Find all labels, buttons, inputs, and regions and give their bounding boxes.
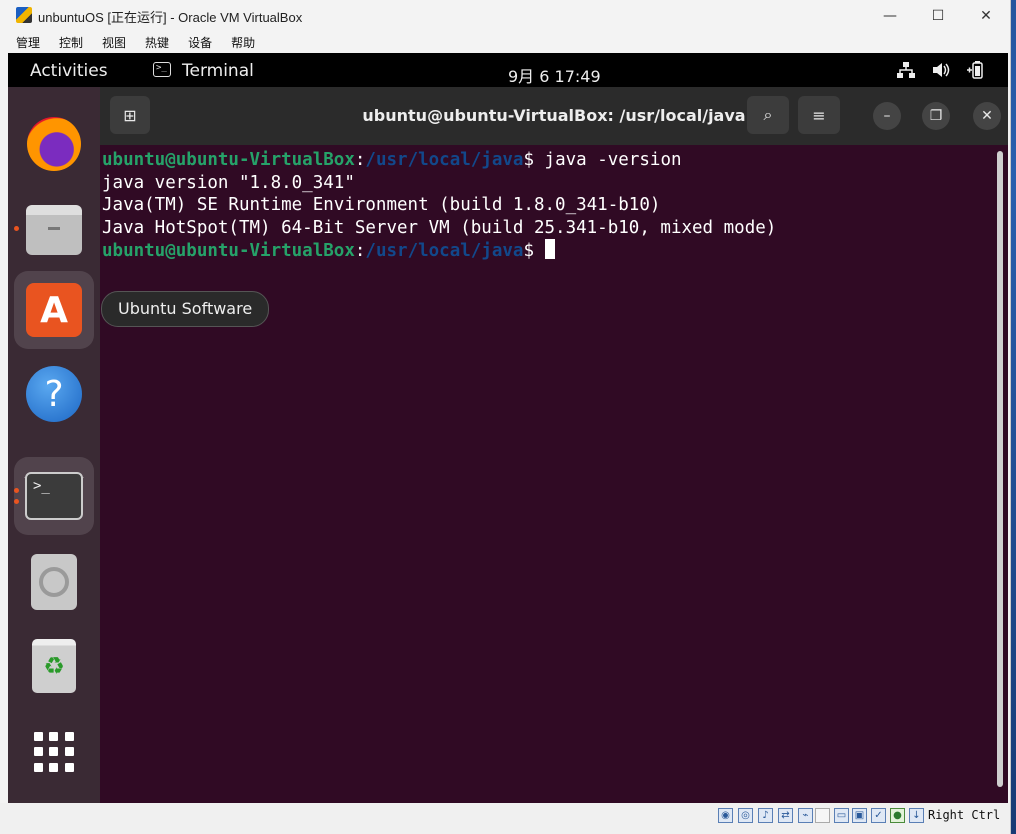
terminal-output[interactable]: ubuntu@ubuntu-VirtualBox:/usr/local/java… [100,145,1008,803]
dock-item-trash[interactable]: ♻ [14,627,94,705]
dock-item-firefox[interactable] [14,105,94,183]
hdd-status-icon[interactable]: ◉ [718,808,733,823]
network-icon[interactable] [896,61,916,79]
menu-help[interactable]: 帮助 [231,34,255,51]
battery-icon[interactable] [966,61,986,79]
running-indicator [14,226,19,231]
menu-view[interactable]: 视图 [102,34,126,51]
output-line: Java(TM) SE Runtime Environment (build 1… [102,195,661,215]
cpu-status-icon[interactable]: ✓ [871,808,886,823]
prompt-line: ubuntu@ubuntu-VirtualBox:/usr/local/java… [102,150,682,170]
shared-folder-status-icon[interactable] [815,808,830,823]
text-cursor [544,239,555,259]
menu-hotkey[interactable]: 热键 [145,34,169,51]
window-title: unbuntuOS [正在运行] - Oracle VM VirtualBox [38,10,303,25]
dock-item-terminal[interactable]: >_ [14,457,94,535]
virtualbox-window: unbuntuOS [正在运行] - Oracle VM VirtualBox … [0,0,1011,834]
app-menu-terminal[interactable]: Terminal [182,61,254,81]
menubar: 管理 控制 视图 热键 设备 帮助 [0,31,1010,53]
app-grid-icon [34,732,74,772]
terminal-scrollbar[interactable] [997,151,1003,787]
dock-item-disc[interactable] [14,543,94,621]
dock: A ? >_ ♻ [8,87,100,803]
activities-button[interactable]: Activities [30,61,108,81]
firefox-icon [27,117,81,171]
menu-devices[interactable]: 设备 [188,34,212,51]
menu-control[interactable]: 控制 [59,34,83,51]
prompt-line: ubuntu@ubuntu-VirtualBox:/usr/local/java… [102,239,1008,263]
running-indicator [14,488,19,493]
optical-status-icon[interactable]: ◎ [738,808,753,823]
output-line: Java HotSpot(TM) 64-Bit Server VM (build… [102,217,777,238]
terminal-minimize-button[interactable]: – [873,102,901,130]
output-line: java version "1.8.0_341" [102,172,355,193]
gnome-top-bar: Activities >_ Terminal 9月 6 17:49 [8,53,1008,87]
vm-statusbar: ◉ ◎ ♪ ⇄ ⌁ ▭ ▣ ✓ ● ↓ Right Ctrl [0,803,1010,834]
capture-status-icon[interactable]: ▣ [852,808,867,823]
dock-item-files[interactable] [14,191,94,269]
disc-icon [31,554,77,610]
terminal-restore-button[interactable]: ❐ [922,102,950,130]
virtualbox-icon [16,7,32,23]
dock-tooltip: Ubuntu Software [101,291,270,327]
terminal-icon: >_ [25,472,83,520]
window-titlebar[interactable]: unbuntuOS [正在运行] - Oracle VM VirtualBox … [0,0,1010,31]
search-button[interactable]: ⌕ [747,96,789,134]
files-icon [26,205,82,255]
display-status-icon[interactable]: ▭ [834,808,849,823]
trash-icon: ♻ [32,639,76,693]
maximize-button[interactable]: ☐ [914,0,962,31]
volume-icon[interactable] [931,61,951,79]
minimize-button[interactable]: — [866,0,914,31]
host-key-label: Right Ctrl [928,808,1001,822]
help-icon: ? [26,366,82,422]
menu-button[interactable]: ≡ [798,96,840,134]
terminal-title: ubuntu@ubuntu-VirtualBox: /usr/local/jav… [362,106,746,125]
vm-screen[interactable]: Activities >_ Terminal 9月 6 17:49 A ? >_… [8,53,1008,803]
network-status-icon[interactable]: ⇄ [778,808,793,823]
terminal-app-icon: >_ [153,62,171,77]
audio-status-icon[interactable]: ♪ [758,808,773,823]
close-button[interactable]: ✕ [962,0,1010,31]
dock-item-ubuntu-software[interactable]: A [14,271,94,349]
menu-manage[interactable]: 管理 [16,34,40,51]
mouse-integration-icon[interactable]: ↓ [909,808,924,823]
clock[interactable]: 9月 6 17:49 [508,63,601,87]
guest-additions-icon[interactable]: ● [890,808,905,823]
usb-status-icon[interactable]: ⌁ [798,808,813,823]
terminal-close-button[interactable]: ✕ [973,102,1001,130]
dock-item-help[interactable]: ? [14,355,94,433]
running-indicator [14,499,19,504]
terminal-headerbar[interactable]: ⊞ ubuntu@ubuntu-VirtualBox: /usr/local/j… [100,87,1008,145]
ubuntu-software-icon: A [26,283,82,337]
dock-item-show-apps[interactable] [14,713,94,791]
